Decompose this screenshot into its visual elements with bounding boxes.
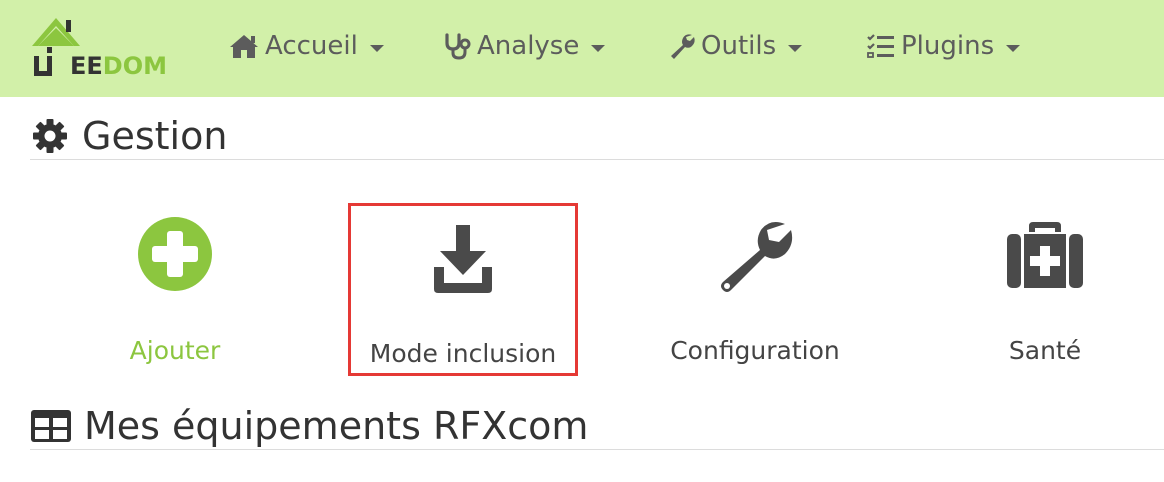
health-label: Santé	[1008, 336, 1082, 365]
cog-icon	[33, 118, 67, 153]
inclusion-mode-label: Mode inclusion	[369, 339, 557, 368]
medkit-icon	[1007, 222, 1083, 288]
add-equipment-label: Ajouter	[129, 336, 221, 365]
nav-analyse[interactable]: Analyse	[442, 26, 606, 66]
chevron-down-icon	[1006, 44, 1021, 52]
tasks-list-icon	[867, 34, 894, 58]
chevron-down-icon	[788, 44, 803, 52]
wrench-icon	[671, 34, 695, 59]
plus-circle-icon	[138, 217, 212, 291]
stethoscope-icon	[445, 33, 471, 60]
configuration-label: Configuration	[670, 336, 840, 365]
chevron-down-icon	[369, 44, 384, 52]
configuration-button[interactable]: Configuration	[640, 200, 870, 376]
home-icon	[230, 35, 258, 58]
gestion-header: Gestion	[30, 112, 1164, 160]
nav-outils[interactable]: Outils	[668, 26, 803, 66]
download-icon	[434, 225, 492, 293]
nav-accueil[interactable]: Accueil	[228, 26, 384, 66]
add-equipment-button[interactable]: Ajouter	[60, 200, 290, 376]
equipment-list-header: Mes équipements RFXcom	[30, 402, 1164, 450]
equipment-list-title: Mes équipements RFXcom	[84, 403, 589, 448]
gestion-title: Gestion	[82, 113, 228, 158]
table-icon	[31, 409, 71, 442]
wrench-icon	[721, 222, 793, 292]
chevron-down-icon	[591, 44, 606, 52]
inclusion-mode-button[interactable]: Mode inclusion	[348, 203, 578, 376]
jeedom-logo[interactable]: EEDOM	[28, 14, 170, 80]
health-button[interactable]: Santé	[930, 200, 1160, 376]
nav-plugins[interactable]: Plugins	[866, 26, 1021, 66]
top-navbar: EEDOM Accueil Analyse Outils Plugins	[0, 0, 1164, 97]
logo-text: EEDOM	[70, 52, 168, 80]
